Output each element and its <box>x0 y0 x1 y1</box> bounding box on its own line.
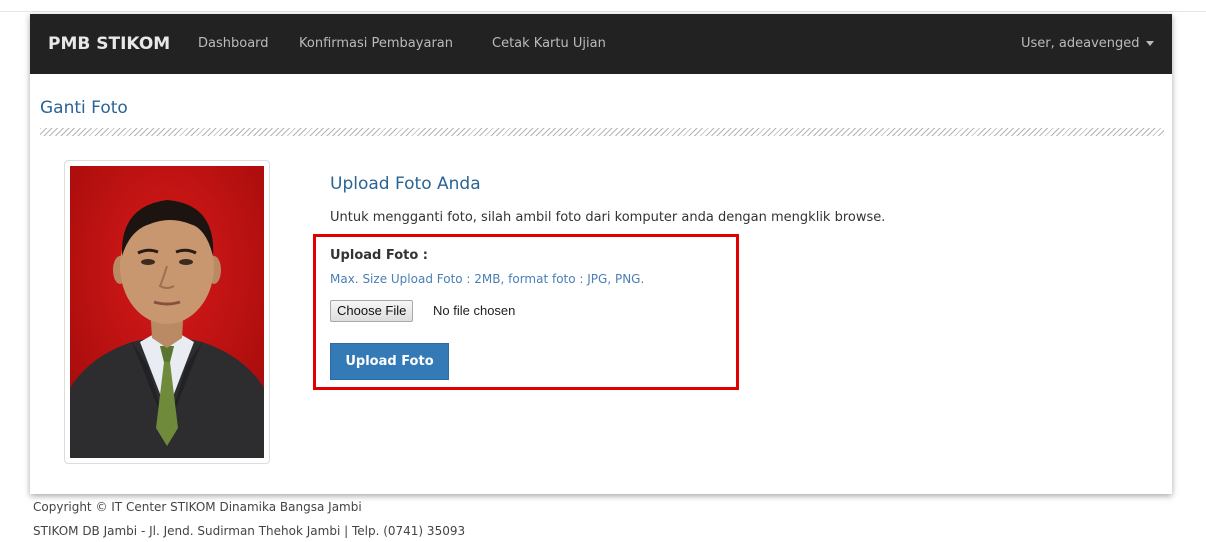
nav-item-cetak-kartu-ujian[interactable]: Cetak Kartu Ujian <box>492 14 606 74</box>
user-menu[interactable]: User, adeavenged <box>1021 14 1154 74</box>
choose-file-button[interactable]: Choose File <box>330 300 414 322</box>
navbar-brand[interactable]: PMB STIKOM <box>48 14 170 74</box>
upload-field-label: Upload Foto : <box>330 248 429 263</box>
caret-down-icon <box>1145 41 1154 46</box>
footer-address: STIKOM DB Jambi - Jl. Jend. Sudirman The… <box>33 524 466 538</box>
title-divider <box>40 128 1164 136</box>
upload-instruction: Untuk mengganti foto, silah ambil foto d… <box>330 210 886 225</box>
file-status-text: No file chosen <box>433 303 516 318</box>
upload-photo-button[interactable]: Upload Foto <box>330 343 449 380</box>
upload-size-hint: Max. Size Upload Foto : 2MB, format foto… <box>330 272 645 286</box>
nav-item-konfirmasi-pembayaran[interactable]: Konfirmasi Pembayaran <box>299 14 453 74</box>
user-menu-label: User, adeavenged <box>1021 36 1140 51</box>
profile-photo-thumbnail <box>64 160 270 464</box>
main-panel: PMB STIKOM Dashboard Konfirmasi Pembayar… <box>30 14 1172 494</box>
nav-item-dashboard[interactable]: Dashboard <box>198 14 269 74</box>
page-title: Ganti Foto <box>40 98 128 118</box>
upload-heading: Upload Foto Anda <box>330 174 481 194</box>
top-divider <box>0 11 1206 12</box>
navbar: PMB STIKOM Dashboard Konfirmasi Pembayar… <box>30 14 1172 74</box>
footer-copyright: Copyright © IT Center STIKOM Dinamika Ba… <box>33 500 362 514</box>
profile-photo <box>70 166 264 458</box>
